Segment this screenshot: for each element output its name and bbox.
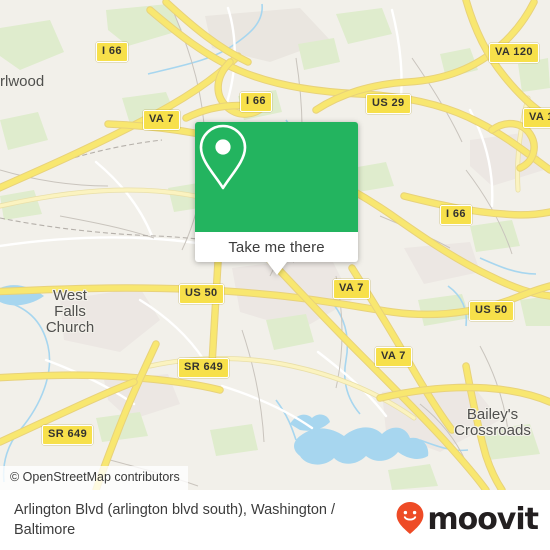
map-canvas[interactable]: .water{fill:#a7d6ef;} .waterline{fill:no… bbox=[0, 0, 550, 490]
road-shield: I 66 bbox=[240, 92, 272, 112]
moovit-pin-smiley-icon bbox=[395, 501, 425, 540]
road-shield: I 66 bbox=[440, 205, 472, 225]
attribution-text: © OpenStreetMap contributors bbox=[10, 470, 180, 484]
take-me-there-label: Take me there bbox=[228, 238, 325, 256]
road-shield: VA 7 bbox=[333, 279, 370, 299]
take-me-there-button[interactable]: Take me there bbox=[195, 232, 358, 262]
road-shield: SR 649 bbox=[178, 358, 230, 378]
place-label: rlwood bbox=[0, 73, 45, 90]
popup-pointer bbox=[266, 262, 287, 275]
location-title: Arlington Blvd (arlington blvd south), W… bbox=[14, 502, 336, 538]
place-label: West Falls Church bbox=[45, 287, 95, 336]
road-shield: US 50 bbox=[469, 301, 514, 321]
map-attribution[interactable]: © OpenStreetMap contributors bbox=[0, 466, 188, 490]
footer-bar: Arlington Blvd (arlington blvd south), W… bbox=[0, 490, 550, 550]
road-shield: VA 7 bbox=[143, 110, 180, 130]
road-shield: VA 1 bbox=[523, 108, 550, 128]
popup-pin-panel bbox=[195, 122, 358, 232]
moovit-wordmark: moovit bbox=[427, 502, 539, 537]
road-shield: I 66 bbox=[96, 42, 128, 62]
place-label: Bailey's Crossroads bbox=[454, 406, 531, 439]
map-screenshot: .water{fill:#a7d6ef;} .waterline{fill:no… bbox=[0, 0, 550, 550]
road-shield: US 29 bbox=[366, 94, 411, 114]
road-shield: VA 120 bbox=[489, 43, 539, 63]
road-shield: SR 649 bbox=[42, 425, 94, 445]
moovit-logo[interactable]: moovit bbox=[395, 501, 550, 540]
road-shield: US 50 bbox=[179, 284, 224, 304]
location-popup[interactable]: Take me there bbox=[195, 122, 358, 275]
road-shield: VA 7 bbox=[375, 347, 412, 367]
